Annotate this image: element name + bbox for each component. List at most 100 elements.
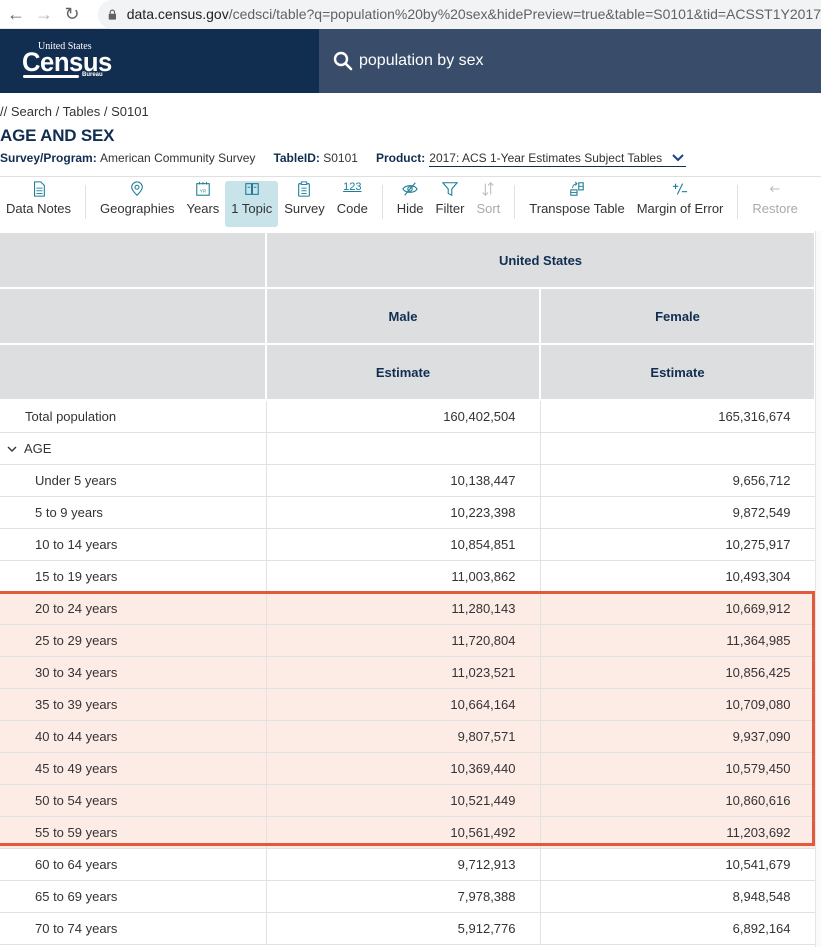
topic-button[interactable]: 1 Topic [225, 181, 279, 227]
male-header[interactable]: Male [265, 287, 541, 345]
table-row: 35 to 39 years 10,664,164 10,709,080 [0, 688, 816, 721]
female-estimate-header[interactable]: Estimate [538, 343, 817, 401]
male-value: 10,223,398 [266, 496, 541, 529]
data-notes-button[interactable]: Data Notes [0, 181, 77, 227]
table-row: 20 to 24 years 11,280,143 10,669,912 [0, 592, 816, 625]
product-dropdown[interactable]: 2017: ACS 1-Year Estimates Subject Table… [429, 151, 687, 167]
logo-bar [23, 75, 79, 78]
breadcrumb-search[interactable]: Search [11, 104, 52, 119]
male-value: 160,402,504 [266, 400, 541, 433]
url-host: data.census.gov [126, 6, 229, 22]
url-path: /cedsci/table?q=population%20by%20sex&hi… [228, 6, 821, 22]
row-label: 30 to 34 years [0, 656, 267, 689]
restore-button[interactable]: Restore [746, 181, 804, 227]
reload-button[interactable]: ↻ [60, 2, 84, 26]
total-population-row: Total population 160,402,504 165,316,674 [0, 400, 816, 433]
female-value: 9,872,549 [540, 496, 816, 529]
row-label: 65 to 69 years [0, 880, 267, 913]
female-value: 10,275,917 [540, 528, 816, 561]
logo-bottom-text: Bureau [82, 72, 103, 78]
row-label: Total population [0, 400, 267, 433]
filter-icon [441, 182, 459, 197]
female-value: 10,856,425 [540, 656, 816, 689]
data-table: United States Male Female Estimate Estim… [0, 231, 817, 945]
svg-text:YR: YR [200, 189, 206, 194]
row-label: 15 to 19 years [0, 560, 267, 593]
years-button[interactable]: YR Years [181, 181, 226, 227]
browser-toolbar: ← → ↻ data.census.gov/cedsci/table?q=pop… [0, 0, 821, 29]
table-row: 5 to 9 years 10,223,398 9,872,549 [0, 496, 816, 529]
calendar-icon: YR [196, 181, 210, 196]
hide-label: Hide [396, 201, 424, 216]
document-icon [33, 181, 45, 197]
age-group-toggle[interactable]: AGE [0, 432, 267, 465]
female-value: 11,364,985 [540, 624, 816, 657]
row-label: Under 5 years [0, 464, 267, 497]
eye-slash-icon [402, 182, 418, 196]
vertical-scrollbar[interactable] [815, 231, 821, 947]
hide-button[interactable]: Hide [391, 181, 430, 227]
table-row: 50 to 54 years 10,521,449 10,860,616 [0, 784, 816, 817]
address-bar[interactable]: data.census.gov/cedsci/table?q=populatio… [98, 0, 821, 29]
breadcrumb-prefix: // [0, 104, 11, 119]
page-title: AGE AND SEX [0, 126, 115, 145]
code-button[interactable]: 123 Code [331, 181, 374, 227]
male-estimate-header[interactable]: Estimate [265, 343, 541, 401]
female-value: 10,541,679 [540, 848, 816, 881]
transpose-label: Transpose Table [529, 201, 625, 216]
chevron-down-icon [672, 154, 684, 162]
toolbar-divider [737, 185, 739, 219]
male-value: 7,978,388 [266, 880, 541, 913]
row-label: 55 to 59 years [0, 816, 267, 849]
male-value: 5,912,776 [266, 912, 541, 945]
survey-button[interactable]: Survey [278, 181, 330, 227]
filter-label: Filter [435, 201, 465, 216]
table-row: 55 to 59 years 10,561,492 11,203,692 [0, 816, 816, 849]
filter-button[interactable]: Filter [430, 181, 471, 227]
female-value: 10,669,912 [540, 592, 816, 625]
female-value: 10,493,304 [540, 560, 816, 593]
chevron-down-icon [7, 446, 17, 452]
male-value: 11,280,143 [266, 592, 541, 625]
male-value: 10,369,440 [266, 752, 541, 785]
site-header: United States Census Bureau population b… [0, 29, 821, 93]
margin-of-error-button[interactable]: Margin of Error [631, 181, 730, 227]
table-row: 45 to 49 years 10,369,440 10,579,450 [0, 752, 816, 785]
male-value: 10,521,449 [266, 784, 541, 817]
transpose-icon [570, 181, 584, 196]
clipboard-icon [298, 181, 311, 197]
header-corner [0, 287, 267, 345]
code-icon: 123 [343, 181, 362, 193]
breadcrumb-tables[interactable]: Tables [63, 104, 101, 119]
row-label: 25 to 29 years [0, 624, 267, 657]
breadcrumb-table-id: S0101 [111, 104, 149, 119]
row-label: 50 to 54 years [0, 784, 267, 817]
table-row: 65 to 69 years 7,978,388 8,948,548 [0, 880, 816, 913]
female-value: 10,709,080 [540, 688, 816, 721]
back-button[interactable]: ← [4, 2, 28, 26]
search-bar[interactable]: population by sex [319, 29, 821, 93]
forward-button[interactable]: → [32, 2, 56, 26]
search-input[interactable]: population by sex [359, 52, 484, 70]
header-corner [0, 231, 267, 289]
geo-header[interactable]: United States [264, 231, 817, 289]
census-logo[interactable]: United States Census Bureau [22, 41, 112, 81]
row-label: 35 to 39 years [0, 688, 267, 721]
years-label: Years [186, 201, 220, 216]
transpose-button[interactable]: Transpose Table [523, 181, 630, 227]
geographies-button[interactable]: Geographies [94, 181, 180, 227]
row-label: 70 to 74 years [0, 912, 267, 945]
sort-button[interactable]: Sort [470, 181, 506, 227]
restore-icon [769, 185, 780, 193]
male-value: 10,138,447 [266, 464, 541, 497]
male-value: 10,561,492 [266, 816, 541, 849]
tableid-label: TableID: [273, 151, 320, 165]
female-value: 8,948,548 [540, 880, 816, 913]
plus-minus-icon [672, 183, 688, 195]
data-notes-label: Data Notes [6, 201, 72, 216]
survey-label: Survey/Program: [0, 151, 97, 165]
age-group-label: AGE [24, 440, 52, 456]
female-header[interactable]: Female [538, 287, 817, 345]
female-value: 6,892,164 [540, 912, 816, 945]
survey-label: Survey [284, 201, 325, 216]
